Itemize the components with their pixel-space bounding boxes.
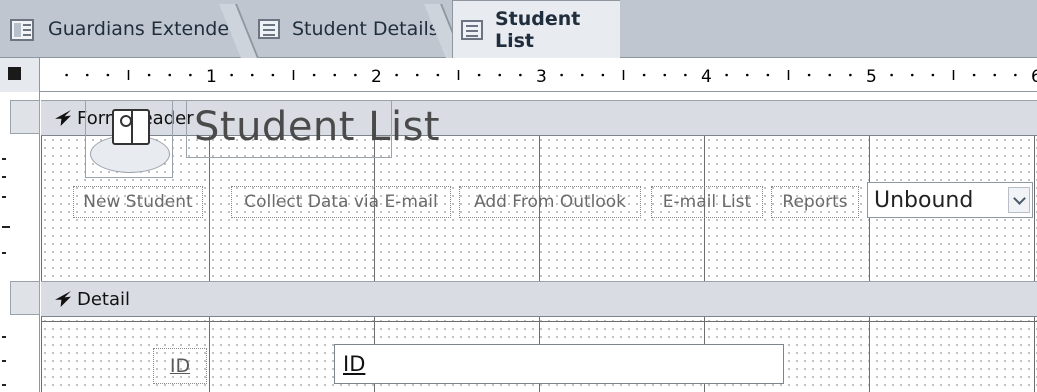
ruler-tick bbox=[725, 73, 728, 77]
ruler-number: 3 bbox=[536, 67, 547, 87]
id-label-text: ID bbox=[169, 355, 191, 377]
unbound-combo-box[interactable]: Unbound bbox=[867, 182, 1033, 218]
ruler-tick bbox=[271, 73, 275, 77]
ruler-tick bbox=[2, 226, 10, 228]
ruler-tick bbox=[415, 73, 419, 77]
ruler-tick bbox=[910, 73, 914, 77]
id-field-text: ID bbox=[343, 352, 366, 376]
ruler-tick bbox=[766, 73, 770, 77]
ruler-tick bbox=[2, 176, 6, 178]
ruler-tick bbox=[828, 73, 832, 77]
ruler-tick bbox=[642, 73, 646, 77]
ruler-tick bbox=[1014, 73, 1017, 77]
section-arrow-icon bbox=[55, 291, 71, 307]
ruler-tick bbox=[2, 252, 6, 254]
ruler-tick bbox=[250, 73, 254, 77]
detail-top-rule bbox=[41, 316, 1037, 322]
ruler-tick bbox=[807, 73, 811, 77]
ruler-tick bbox=[65, 73, 68, 77]
form-selector-box bbox=[8, 67, 21, 80]
ruler-tick bbox=[312, 73, 316, 77]
detail-bar[interactable]: Detail bbox=[41, 281, 1037, 317]
ruler-number: 4 bbox=[701, 67, 712, 87]
grid-line bbox=[1034, 317, 1035, 392]
tab-label: Student List bbox=[495, 7, 581, 52]
ruler-tick bbox=[147, 73, 151, 77]
id-label[interactable]: ID bbox=[153, 348, 207, 384]
ruler-tick bbox=[395, 73, 398, 77]
collect-data-via-email-button[interactable]: Collect Data via E-mail bbox=[231, 186, 451, 218]
logo-image-control[interactable] bbox=[85, 100, 173, 178]
navigation-pane-icon[interactable] bbox=[10, 19, 34, 41]
ruler-number: 2 bbox=[371, 67, 382, 87]
id-text-box[interactable]: ID bbox=[334, 344, 784, 384]
combo-value: Unbound bbox=[874, 187, 974, 213]
ruler-tick bbox=[230, 73, 233, 77]
ruler-tick bbox=[663, 73, 667, 77]
form-selector[interactable] bbox=[0, 58, 40, 92]
grid-line bbox=[1034, 136, 1035, 281]
horizontal-ruler-row: 1 2 3 4 5 6 bbox=[0, 58, 1037, 92]
add-from-outlook-button[interactable]: Add From Outlook bbox=[459, 186, 641, 218]
ruler-tick bbox=[684, 73, 687, 77]
ruler-tick bbox=[477, 73, 481, 77]
grid-line bbox=[869, 317, 870, 392]
ruler-tick bbox=[436, 73, 440, 77]
ruler-tick bbox=[580, 73, 584, 77]
section-selector-detail[interactable] bbox=[10, 281, 40, 315]
ruler-number: 1 bbox=[206, 67, 217, 87]
tab-label: Student Details bbox=[292, 18, 439, 40]
ruler-tick bbox=[354, 73, 357, 77]
section-arrow-icon bbox=[55, 110, 71, 126]
form-icon bbox=[258, 19, 280, 39]
ruler-tick bbox=[2, 158, 6, 160]
tab-student-list[interactable]: Student List bbox=[452, 0, 620, 58]
email-list-button[interactable]: E-mail List bbox=[651, 186, 763, 218]
ruler-number: 6 bbox=[1031, 67, 1037, 87]
chevron-down-icon[interactable] bbox=[1008, 187, 1030, 213]
ruler-tick bbox=[601, 73, 605, 77]
reports-button[interactable]: Reports bbox=[771, 186, 859, 218]
ruler-tick bbox=[106, 73, 110, 77]
ruler-tick bbox=[2, 336, 6, 338]
ruler-tick bbox=[931, 73, 935, 77]
ruler-tick bbox=[2, 196, 6, 198]
horizontal-ruler[interactable]: 1 2 3 4 5 6 bbox=[40, 58, 1037, 92]
document-tab-strip: Guardians Extended Student Details Stude… bbox=[0, 0, 1037, 58]
ruler-tick bbox=[168, 73, 172, 77]
ruler-tick bbox=[972, 73, 976, 77]
tab-student-details[interactable]: Student Details bbox=[258, 0, 439, 58]
ruler-tick bbox=[849, 73, 852, 77]
ruler-tick bbox=[890, 73, 893, 77]
tab-label: Guardians Extended bbox=[48, 18, 242, 40]
detail-label: Detail bbox=[77, 288, 131, 310]
ruler-tick bbox=[2, 360, 6, 362]
vertical-ruler bbox=[0, 92, 40, 392]
ruler-tick bbox=[85, 73, 89, 77]
tab-guardians-extended[interactable]: Guardians Extended bbox=[48, 0, 241, 58]
ruler-tick bbox=[189, 73, 192, 77]
ruler-tick bbox=[2, 384, 6, 386]
form-icon bbox=[461, 19, 483, 40]
address-book-icon bbox=[112, 109, 150, 145]
new-student-button[interactable]: New Student bbox=[73, 186, 203, 218]
ruler-tick bbox=[560, 73, 563, 77]
form-design-surface: Form Header Detail Student List New Stud… bbox=[41, 92, 1037, 392]
ruler-tick bbox=[519, 73, 522, 77]
ruler-tick bbox=[498, 73, 502, 77]
ruler-tick bbox=[745, 73, 749, 77]
ruler-number: 5 bbox=[866, 67, 877, 87]
ruler-tick bbox=[333, 73, 337, 77]
section-selector-header[interactable] bbox=[10, 100, 40, 134]
ruler-tick bbox=[993, 73, 997, 77]
form-title-label[interactable]: Student List bbox=[194, 104, 440, 150]
grid-line bbox=[209, 317, 210, 392]
